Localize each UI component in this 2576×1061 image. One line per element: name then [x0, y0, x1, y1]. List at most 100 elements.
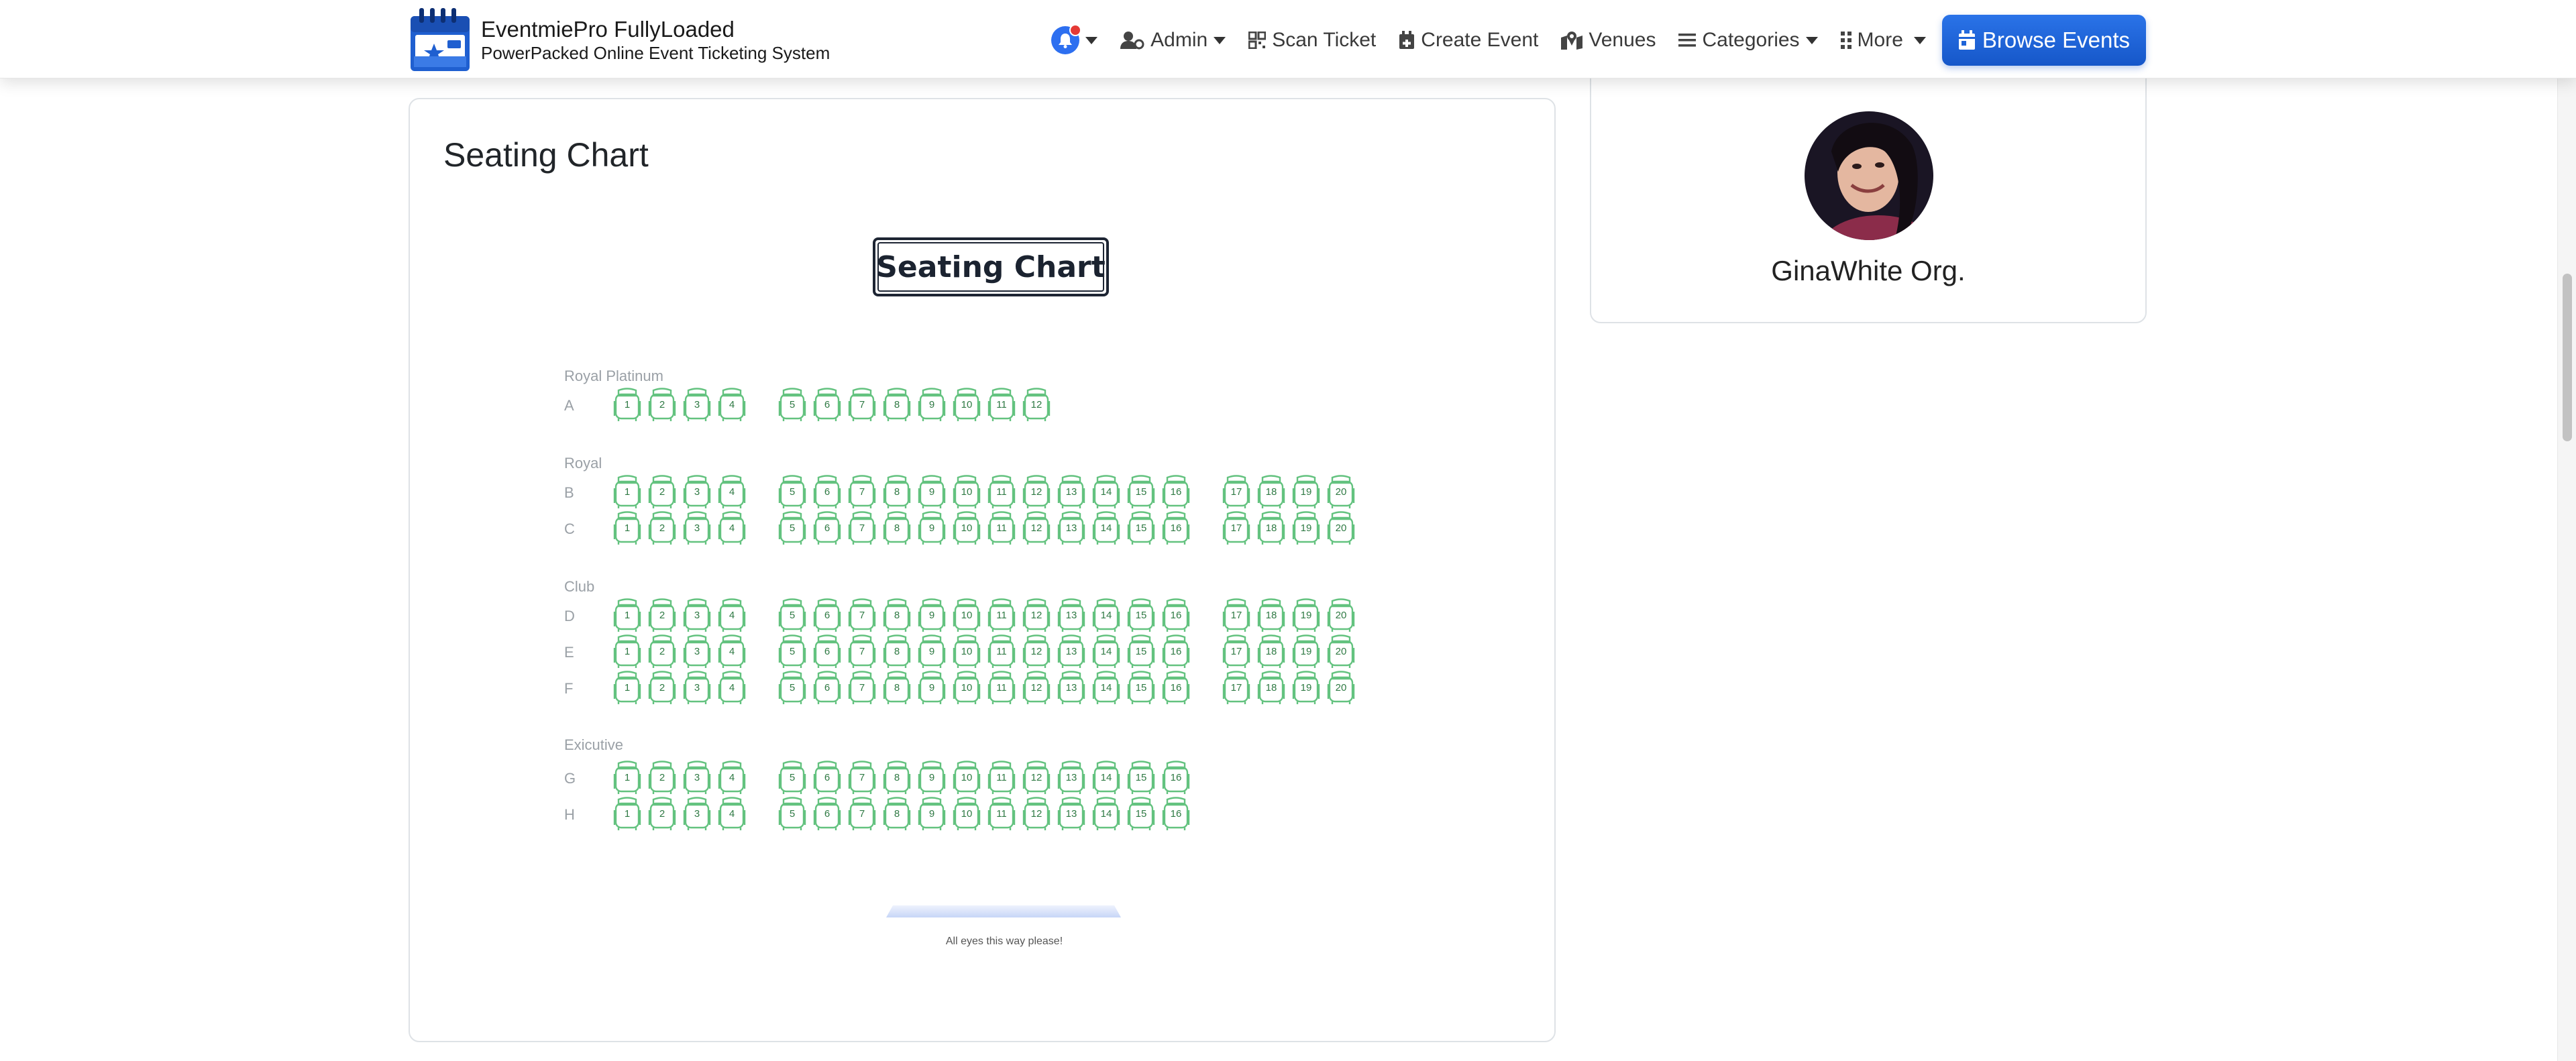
seat-e-15[interactable]: 15 [1127, 633, 1155, 669]
seat-b-3[interactable]: 3 [683, 473, 711, 510]
seat-f-18[interactable]: 18 [1257, 669, 1285, 706]
seat-c-12[interactable]: 12 [1022, 510, 1051, 546]
seat-c-15[interactable]: 15 [1127, 510, 1155, 546]
seat-d-2[interactable]: 2 [648, 597, 676, 633]
seat-g-10[interactable]: 10 [953, 759, 981, 795]
seat-e-6[interactable]: 6 [813, 633, 841, 669]
seat-a-6[interactable]: 6 [813, 386, 841, 423]
seat-e-4[interactable]: 4 [718, 633, 746, 669]
seat-b-14[interactable]: 14 [1092, 473, 1120, 510]
seat-h-6[interactable]: 6 [813, 795, 841, 832]
seat-e-10[interactable]: 10 [953, 633, 981, 669]
seat-d-15[interactable]: 15 [1127, 597, 1155, 633]
seat-a-9[interactable]: 9 [918, 386, 946, 423]
browse-events-button[interactable]: Browse Events [1941, 15, 2146, 66]
seat-g-4[interactable]: 4 [718, 759, 746, 795]
seat-g-8[interactable]: 8 [883, 759, 911, 795]
seat-d-5[interactable]: 5 [778, 597, 806, 633]
seat-c-8[interactable]: 8 [883, 510, 911, 546]
seat-f-1[interactable]: 1 [613, 669, 641, 706]
seat-f-2[interactable]: 2 [648, 669, 676, 706]
seat-e-16[interactable]: 16 [1162, 633, 1190, 669]
seat-c-13[interactable]: 13 [1057, 510, 1085, 546]
seat-c-3[interactable]: 3 [683, 510, 711, 546]
seat-d-11[interactable]: 11 [987, 597, 1016, 633]
seat-a-11[interactable]: 11 [987, 386, 1016, 423]
create-event-link[interactable]: Create Event [1399, 29, 1538, 52]
seat-e-7[interactable]: 7 [848, 633, 876, 669]
seat-g-14[interactable]: 14 [1092, 759, 1120, 795]
seat-b-6[interactable]: 6 [813, 473, 841, 510]
seat-e-13[interactable]: 13 [1057, 633, 1085, 669]
seat-d-13[interactable]: 13 [1057, 597, 1085, 633]
seat-b-13[interactable]: 13 [1057, 473, 1085, 510]
seat-g-13[interactable]: 13 [1057, 759, 1085, 795]
seat-d-10[interactable]: 10 [953, 597, 981, 633]
seat-h-15[interactable]: 15 [1127, 795, 1155, 832]
seat-g-12[interactable]: 12 [1022, 759, 1051, 795]
seat-f-7[interactable]: 7 [848, 669, 876, 706]
seat-e-12[interactable]: 12 [1022, 633, 1051, 669]
seat-b-8[interactable]: 8 [883, 473, 911, 510]
seat-a-1[interactable]: 1 [613, 386, 641, 423]
seat-c-14[interactable]: 14 [1092, 510, 1120, 546]
seat-c-10[interactable]: 10 [953, 510, 981, 546]
seat-g-15[interactable]: 15 [1127, 759, 1155, 795]
seat-h-7[interactable]: 7 [848, 795, 876, 832]
seat-c-18[interactable]: 18 [1257, 510, 1285, 546]
seat-a-12[interactable]: 12 [1022, 386, 1051, 423]
seat-h-14[interactable]: 14 [1092, 795, 1120, 832]
seat-h-5[interactable]: 5 [778, 795, 806, 832]
seat-e-8[interactable]: 8 [883, 633, 911, 669]
seat-f-15[interactable]: 15 [1127, 669, 1155, 706]
seat-g-1[interactable]: 1 [613, 759, 641, 795]
seat-d-3[interactable]: 3 [683, 597, 711, 633]
seat-f-17[interactable]: 17 [1222, 669, 1250, 706]
notifications-dropdown[interactable] [1051, 24, 1098, 54]
seat-b-5[interactable]: 5 [778, 473, 806, 510]
seat-f-16[interactable]: 16 [1162, 669, 1190, 706]
seat-f-19[interactable]: 19 [1292, 669, 1320, 706]
seat-f-3[interactable]: 3 [683, 669, 711, 706]
seat-f-14[interactable]: 14 [1092, 669, 1120, 706]
venues-link[interactable]: Venues [1561, 29, 1656, 52]
seat-b-11[interactable]: 11 [987, 473, 1016, 510]
seat-a-10[interactable]: 10 [953, 386, 981, 423]
seat-a-5[interactable]: 5 [778, 386, 806, 423]
seat-d-1[interactable]: 1 [613, 597, 641, 633]
seat-a-4[interactable]: 4 [718, 386, 746, 423]
seat-d-16[interactable]: 16 [1162, 597, 1190, 633]
seat-c-6[interactable]: 6 [813, 510, 841, 546]
seat-g-16[interactable]: 16 [1162, 759, 1190, 795]
seat-b-1[interactable]: 1 [613, 473, 641, 510]
seat-c-9[interactable]: 9 [918, 510, 946, 546]
scan-ticket-link[interactable]: Scan Ticket [1248, 29, 1376, 52]
categories-menu[interactable]: Categories [1678, 29, 1818, 52]
seat-a-8[interactable]: 8 [883, 386, 911, 423]
seat-h-10[interactable]: 10 [953, 795, 981, 832]
seat-c-16[interactable]: 16 [1162, 510, 1190, 546]
seat-g-11[interactable]: 11 [987, 759, 1016, 795]
organizer-avatar[interactable] [1805, 111, 1933, 240]
page-scrollbar[interactable] [2557, 0, 2576, 1061]
seat-e-19[interactable]: 19 [1292, 633, 1320, 669]
seat-h-1[interactable]: 1 [613, 795, 641, 832]
seat-c-7[interactable]: 7 [848, 510, 876, 546]
seat-e-17[interactable]: 17 [1222, 633, 1250, 669]
seat-g-3[interactable]: 3 [683, 759, 711, 795]
seat-b-4[interactable]: 4 [718, 473, 746, 510]
seat-f-6[interactable]: 6 [813, 669, 841, 706]
seat-b-20[interactable]: 20 [1327, 473, 1355, 510]
seat-f-9[interactable]: 9 [918, 669, 946, 706]
seat-d-7[interactable]: 7 [848, 597, 876, 633]
seat-c-19[interactable]: 19 [1292, 510, 1320, 546]
seat-f-20[interactable]: 20 [1327, 669, 1355, 706]
seat-g-6[interactable]: 6 [813, 759, 841, 795]
seat-g-2[interactable]: 2 [648, 759, 676, 795]
seat-e-3[interactable]: 3 [683, 633, 711, 669]
seat-h-2[interactable]: 2 [648, 795, 676, 832]
seat-e-5[interactable]: 5 [778, 633, 806, 669]
seat-c-1[interactable]: 1 [613, 510, 641, 546]
seat-d-14[interactable]: 14 [1092, 597, 1120, 633]
seat-c-17[interactable]: 17 [1222, 510, 1250, 546]
